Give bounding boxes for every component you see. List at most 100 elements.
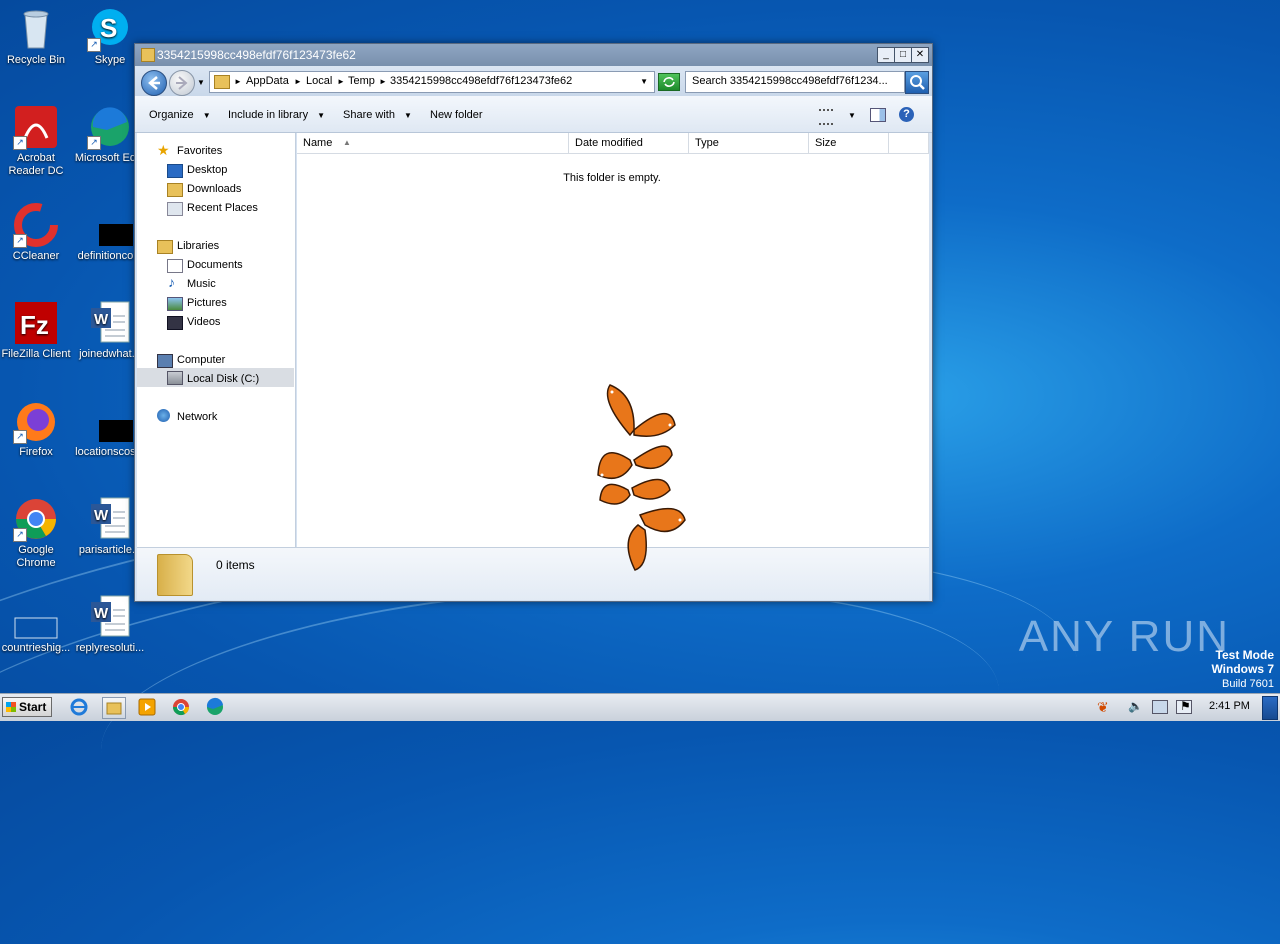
show-desktop-button[interactable] (1262, 696, 1278, 720)
svg-text:S: S (100, 13, 117, 43)
nav-pictures[interactable]: Pictures (187, 297, 227, 309)
search-box[interactable]: Search 3354215998cc498efdf76f1234... (685, 71, 905, 93)
nav-videos[interactable]: Videos (187, 316, 220, 328)
breadcrumb-separator[interactable]: ► (337, 77, 345, 86)
nav-documents[interactable]: Documents (187, 259, 243, 271)
include-in-library-button[interactable]: Include in library ▼ (228, 109, 325, 121)
shortcut-arrow-icon: ↗ (87, 38, 101, 52)
volume-icon[interactable]: 🔈 (1128, 699, 1150, 719)
window-title: 3354215998cc498efdf76f123473fe62 (157, 48, 356, 62)
search-button[interactable] (905, 71, 929, 94)
file-icon (87, 202, 133, 248)
breadcrumb-local[interactable]: Local (306, 75, 332, 87)
folder-icon (141, 48, 155, 62)
column-header-size[interactable]: Size (809, 133, 889, 154)
test-mode-label: Test Mode (1215, 648, 1274, 662)
forward-button[interactable] (169, 70, 195, 96)
address-dropdown-icon[interactable]: ▼ (640, 77, 648, 86)
word-document-icon: W (87, 594, 133, 640)
svg-text:Fz: Fz (20, 310, 49, 340)
folder-icon (214, 75, 230, 89)
network-tray-icon[interactable] (1152, 700, 1168, 714)
recycle-bin-icon (13, 6, 59, 52)
desktop-icon-countrieshig[interactable]: countrieshig... (0, 594, 72, 655)
column-header-name[interactable]: Name ▲ (297, 133, 569, 154)
nav-local-disk[interactable]: Local Disk (C:) (187, 373, 259, 385)
column-header-type[interactable]: Type (689, 133, 809, 154)
new-folder-button[interactable]: New folder (430, 109, 483, 121)
libraries-icon (157, 240, 173, 254)
recent-places-icon (167, 202, 183, 216)
clock[interactable]: 2:41 PM (1209, 700, 1250, 712)
sort-ascending-icon: ▲ (343, 138, 351, 147)
desktop-icon-filezilla[interactable]: Fz FileZilla Client (0, 300, 72, 361)
word-document-icon: W (87, 300, 133, 346)
desktop-icon-chrome[interactable]: ↗ Google Chrome (0, 496, 72, 570)
minimize-button[interactable]: _ (877, 47, 895, 63)
firefox-icon: ↗ (13, 398, 59, 444)
desktop-icon-replyresoluti[interactable]: W replyresoluti... (74, 594, 146, 655)
nav-favorites[interactable]: Favorites (177, 145, 222, 157)
view-options-dropdown[interactable]: ▼ (848, 111, 856, 120)
maximize-button[interactable]: □ (894, 47, 912, 63)
details-pane: 0 items (137, 547, 929, 600)
nav-downloads[interactable]: Downloads (187, 183, 241, 195)
breadcrumb-separator[interactable]: ► (234, 77, 242, 86)
recent-pages-dropdown[interactable]: ▼ (197, 78, 205, 87)
downloads-icon (167, 183, 183, 197)
butterfly-tray-icon[interactable]: ❦ (1097, 699, 1119, 719)
shortcut-arrow-icon: ↗ (13, 234, 27, 248)
nav-music[interactable]: Music (187, 278, 216, 290)
preview-pane-icon[interactable] (870, 108, 886, 122)
desktop-icon-acrobat[interactable]: ↗ Acrobat Reader DC (0, 104, 72, 178)
nav-computer[interactable]: Computer (177, 354, 225, 366)
chrome-icon: ↗ (13, 496, 59, 542)
back-button[interactable] (141, 70, 167, 96)
breadcrumb-separator[interactable]: ► (294, 77, 302, 86)
organize-button[interactable]: Organize ▼ (149, 109, 211, 121)
nav-recent-places[interactable]: Recent Places (187, 202, 258, 214)
close-button[interactable]: ✕ (911, 47, 929, 63)
action-center-flag-icon[interactable]: ⚑ (1180, 699, 1202, 719)
folder-large-icon (157, 554, 193, 596)
nav-network[interactable]: Network (177, 411, 217, 423)
search-icon (910, 75, 925, 90)
music-icon: ♪ (168, 274, 175, 290)
chrome-taskbar-icon[interactable] (170, 697, 192, 717)
nav-desktop[interactable]: Desktop (187, 164, 227, 176)
address-bar[interactable]: ► AppData ► Local ► Temp ► 3354215998cc4… (209, 71, 655, 93)
desktop-icon (167, 164, 183, 178)
filezilla-icon: Fz (13, 300, 59, 346)
help-icon[interactable]: ? (899, 107, 914, 122)
nav-libraries[interactable]: Libraries (177, 240, 219, 252)
media-player-icon[interactable] (136, 697, 158, 717)
taskbar: Start ❦ 🔈 ⚑ 2:41 PM (0, 693, 1280, 721)
documents-icon (167, 259, 183, 273)
explorer-window: 3354215998cc498efdf76f123473fe62 _ □ ✕ ▼… (134, 43, 933, 602)
share-with-button[interactable]: Share with ▼ (343, 109, 412, 121)
breadcrumb-appdata[interactable]: AppData (246, 75, 289, 87)
edge-taskbar-icon[interactable] (204, 697, 226, 717)
search-input[interactable]: Search 3354215998cc498efdf76f1234... (692, 75, 888, 87)
change-view-icon[interactable] (819, 109, 833, 125)
internet-explorer-icon[interactable] (68, 697, 90, 717)
svg-text:W: W (94, 605, 109, 622)
shortcut-arrow-icon: ↗ (87, 136, 101, 150)
breadcrumb-current-folder[interactable]: 3354215998cc498efdf76f123473fe62 (390, 75, 572, 87)
desktop-icon-ccleaner[interactable]: ↗ CCleaner (0, 202, 72, 263)
address-bar-area: ▼ ► AppData ► Local ► Temp ► 3354215998c… (135, 66, 932, 96)
breadcrumb-temp[interactable]: Temp (348, 75, 375, 87)
desktop-icon-recycle-bin[interactable]: Recycle Bin (0, 6, 72, 67)
start-button[interactable]: Start (2, 697, 52, 717)
desktop-icon-firefox[interactable]: ↗ Firefox (0, 398, 72, 459)
blank-file-icon (13, 594, 59, 640)
column-header-date-modified[interactable]: Date modified (569, 133, 689, 154)
butterflies-image (597, 384, 686, 571)
network-icon (157, 409, 170, 422)
file-icon (87, 398, 133, 444)
file-explorer-icon[interactable] (102, 697, 126, 719)
title-bar[interactable]: 3354215998cc498efdf76f123473fe62 _ □ ✕ (135, 44, 932, 66)
refresh-button[interactable] (658, 73, 680, 91)
videos-icon (167, 316, 183, 330)
breadcrumb-separator[interactable]: ► (379, 77, 387, 86)
